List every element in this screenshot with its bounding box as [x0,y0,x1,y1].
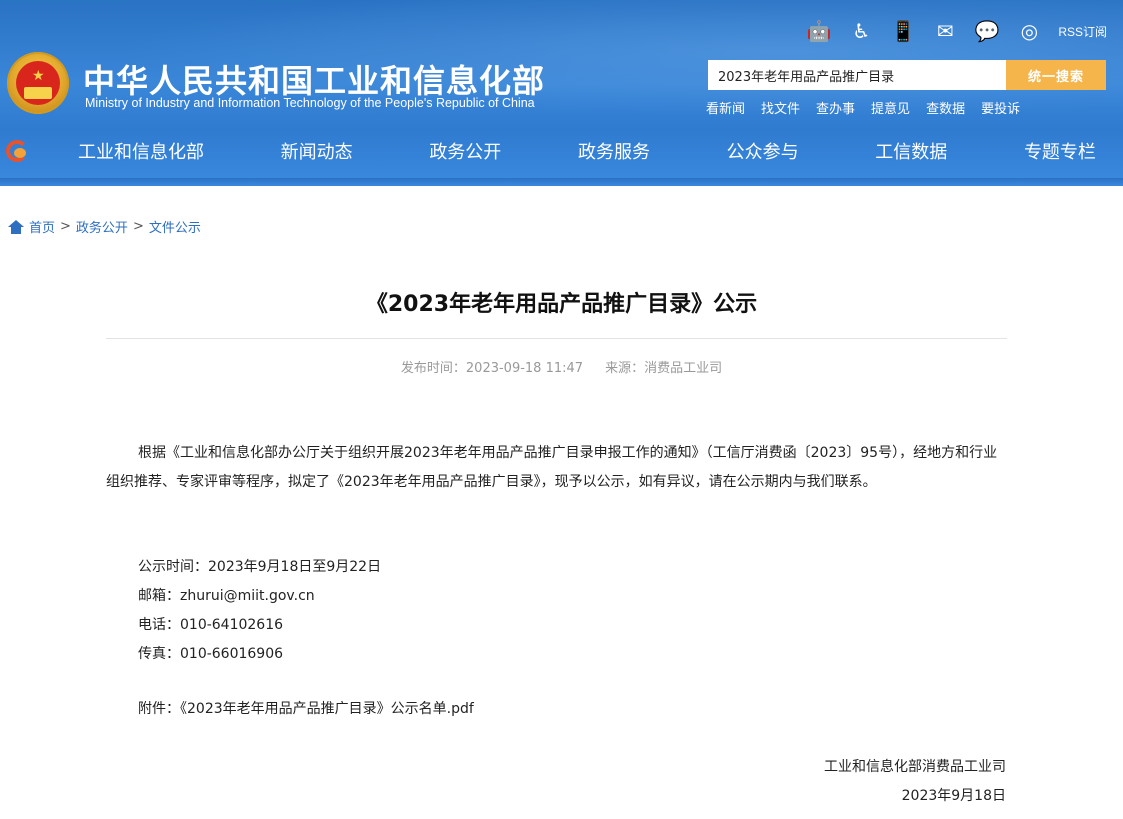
accessibility-icon[interactable]: ♿ [848,18,874,44]
search-button[interactable]: 统一搜索 [1006,60,1106,90]
quick-links: 看新闻 找文件 查办事 提意见 查数据 要投诉 [706,98,1020,117]
breadcrumb: 首页 > 政务公开 > 文件公示 [8,217,201,236]
site-header: ★ 中华人民共和国工业和信息化部 Ministry of Industry an… [0,0,1123,186]
breadcrumb-separator: > [132,219,144,234]
main-nav: 工业和信息化部 新闻动态 政务公开 政务服务 公众参与 工信数据 专题专栏 [0,128,1123,178]
mail-icon[interactable]: ✉ [932,18,958,44]
home-icon[interactable] [8,219,24,234]
nav-item-topics[interactable]: 专题专栏 [1008,128,1112,178]
quick-link-feedback[interactable]: 提意见 [871,98,910,117]
quick-link-files[interactable]: 找文件 [761,98,800,117]
contact-fax: 传真：010-66016906 [138,646,284,662]
publish-time: 发布时间：2023-09-18 11:47 [400,361,584,376]
contact-phone: 电话：010-64102616 [138,617,284,633]
weibo-icon[interactable]: ◎ [1016,18,1042,44]
nav-item-gov-services[interactable]: 政务服务 [562,128,666,178]
quick-link-services[interactable]: 查办事 [816,98,855,117]
breadcrumb-separator: > [60,219,71,234]
notice-info: 公示时间：2023年9月18日至9月22日 邮箱：zhurui@miit.gov… [138,553,381,669]
breadcrumb-file-notice[interactable]: 文件公示 [149,217,201,236]
quick-link-data[interactable]: 查数据 [926,98,965,117]
nav-item-ministry[interactable]: 工业和信息化部 [62,128,220,178]
national-emblem-icon[interactable]: ★ [7,52,69,114]
nav-shadow [0,178,1123,186]
article-source: 来源：消费品工业司 [605,361,723,376]
miit-logo-icon[interactable] [6,140,32,166]
nav-item-data[interactable]: 工信数据 [859,128,963,178]
nav-item-news[interactable]: 新闻动态 [265,128,369,178]
wechat-icon[interactable]: 💬 [974,18,1000,44]
quick-link-complaint[interactable]: 要投诉 [981,98,1020,117]
mobile-icon[interactable]: 📱 [890,18,916,44]
search-box: 统一搜索 [708,60,1106,90]
article-title: 《2023年老年用品产品推广目录》公示 [365,292,758,317]
top-icon-bar: 🤖 ♿ 📱 ✉ 💬 ◎ RSS订阅 [806,18,1107,44]
search-input[interactable] [708,60,1006,90]
breadcrumb-home[interactable]: 首页 [29,217,55,236]
nav-item-gov-affairs[interactable]: 政务公开 [413,128,517,178]
attachment-label: 附件： [138,701,180,717]
contact-email: 邮箱：zhurui@miit.gov.cn [138,588,315,604]
robot-icon[interactable]: 🤖 [806,18,832,44]
breadcrumb-gov-affairs[interactable]: 政务公开 [76,217,128,236]
rss-link[interactable]: RSS订阅 [1058,23,1107,40]
attachment-row: 附件：《2023年老年用品产品推广目录》公示名单.pdf [138,698,474,718]
title-divider [106,338,1007,339]
quick-link-news[interactable]: 看新闻 [706,98,745,117]
nav-item-public-participation[interactable]: 公众参与 [711,128,815,178]
article-paragraph: 根据《工业和信息化部办公厅关于组织开展2023年老年用品产品推广目录申报工作的通… [106,445,998,490]
attachment-link[interactable]: 《2023年老年用品产品推广目录》公示名单.pdf [180,701,474,717]
signature-department: 工业和信息化部消费品工业司 [824,759,1006,775]
signature-date: 2023年9月18日 [901,788,1006,804]
article-body: 根据《工业和信息化部办公厅关于组织开展2023年老年用品产品推广目录申报工作的通… [106,439,1007,496]
site-title-en[interactable]: Ministry of Industry and Information Tec… [85,96,535,110]
notice-period: 公示时间：2023年9月18日至9月22日 [138,559,382,575]
article-meta: 发布时间：2023-09-18 11:47 来源：消费品工业司 [0,357,1123,376]
